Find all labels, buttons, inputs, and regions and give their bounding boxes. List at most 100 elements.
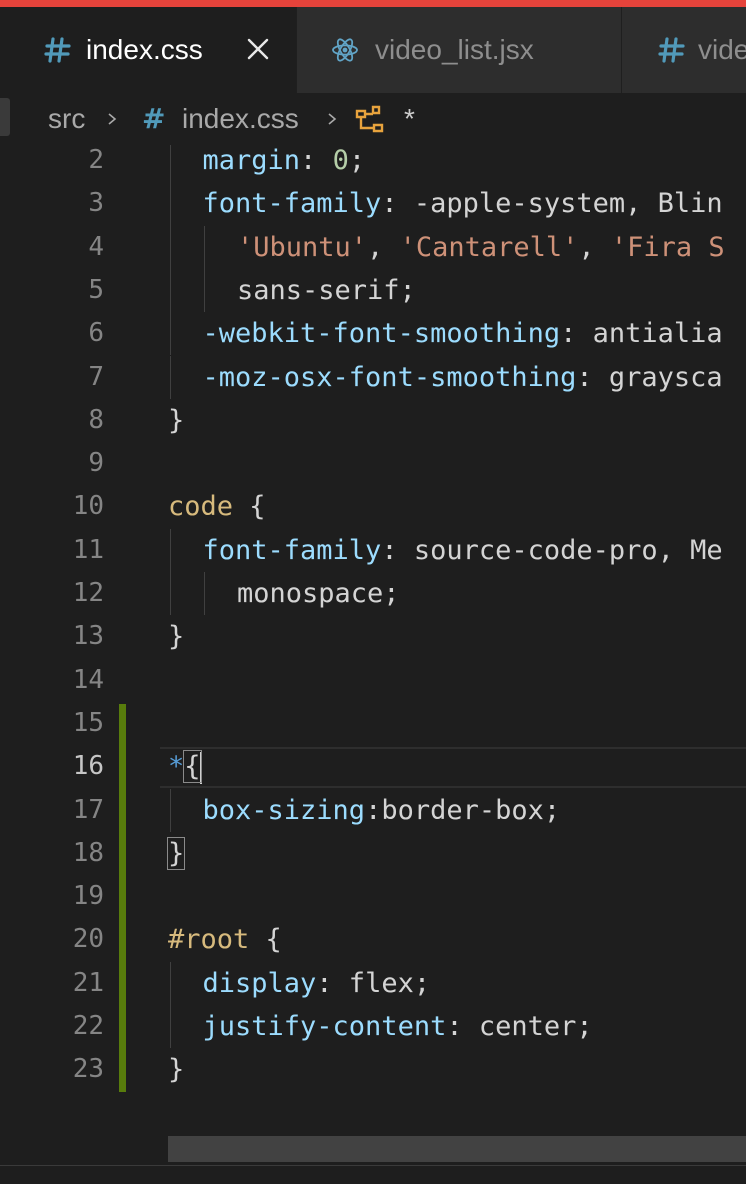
close-icon[interactable]: [246, 37, 270, 61]
react-icon: [332, 38, 358, 62]
line-number: 18: [72, 837, 104, 868]
line-number: 6: [88, 318, 104, 349]
code-line[interactable]: 18}: [0, 832, 746, 875]
horizontal-scrollbar[interactable]: [168, 1136, 746, 1162]
code-token: font-family: [202, 534, 382, 566]
code-token: *: [168, 751, 185, 783]
code-token: justify-content: [202, 1011, 447, 1042]
css-hash-icon: #: [142, 102, 166, 135]
code-line[interactable]: 13}: [0, 615, 746, 658]
code-line[interactable]: 2 margin: 0;: [0, 145, 746, 183]
code-token: }: [166, 836, 186, 870]
code-line[interactable]: 17 box-sizing:border-box;: [0, 788, 746, 832]
line-number: 22: [72, 1011, 104, 1041]
code-token: 'Cantarell': [399, 231, 579, 263]
line-number: 20: [72, 924, 104, 955]
code-line[interactable]: 9: [0, 442, 746, 485]
line-number: 9: [88, 448, 104, 479]
code-text: #root {: [168, 918, 282, 961]
indent-guide: [170, 788, 171, 832]
panel-divider: [0, 1165, 746, 1166]
code-text: }: [166, 832, 186, 875]
line-number: 16: [72, 751, 104, 782]
code-text: font-family: source-code-pro, Me: [203, 529, 723, 572]
code-line[interactable]: 20 #root {: [0, 918, 746, 961]
breadcrumb-symbol[interactable]: *: [404, 101, 415, 137]
code-line[interactable]: 22 justify-content: center;: [0, 1005, 746, 1049]
chevron-right-icon: [328, 113, 337, 125]
code-line[interactable]: 6 -webkit-font-smoothing: antialia: [0, 312, 746, 356]
scroll-indicator: [0, 98, 10, 136]
code-text: sans-serif;: [237, 269, 416, 312]
code-text: box-sizing:border-box;: [203, 789, 561, 832]
code-token: -webkit-font-smoothing: [202, 318, 561, 350]
line-number: 7: [88, 361, 104, 392]
code-line[interactable]: 11 font-family: source-code-pro, Me: [0, 528, 746, 572]
indent-guide: [170, 355, 171, 399]
tab-video-css[interactable]: vide: [622, 7, 746, 93]
line-number: 11: [72, 534, 104, 565]
code-token: font-family: [202, 188, 382, 220]
code-token: 0: [332, 145, 349, 176]
tab-index-css[interactable]: index.css: [0, 7, 297, 93]
code-line[interactable]: 21 display: flex;: [0, 961, 746, 1005]
code-token: :: [300, 145, 333, 176]
code-line[interactable]: 19: [0, 875, 746, 918]
code-token: code: [168, 491, 234, 523]
indent-guide: [204, 572, 205, 616]
code-token: sans-serif;: [237, 274, 416, 306]
code-token: display: [202, 967, 317, 999]
code-line[interactable]: 4 'Ubuntu', 'Cantarell', 'Fira S: [0, 225, 746, 269]
code-token: ;: [348, 145, 366, 176]
git-modified-gutter[interactable]: [119, 703, 126, 1092]
code-text: }: [168, 399, 184, 442]
line-number: 10: [72, 491, 104, 522]
code-line[interactable]: 14: [0, 659, 746, 702]
code-text: }: [168, 615, 184, 658]
code-line[interactable]: 3 font-family: -apple-system, Blin: [0, 182, 746, 226]
breadcrumb-folder[interactable]: src: [48, 101, 85, 137]
line-number: 12: [72, 578, 104, 608]
code-token: : center;: [446, 1011, 593, 1042]
indent-guide: [170, 572, 171, 616]
line-number: 21: [72, 967, 104, 998]
code-token: 'Ubuntu': [237, 231, 368, 263]
code-token: : flex;: [316, 967, 431, 999]
code-line[interactable]: 23}: [0, 1048, 746, 1091]
code-text: -moz-osx-font-smoothing: graysca: [203, 356, 723, 399]
indent-guide: [170, 528, 171, 572]
code-line[interactable]: 12 monospace;: [0, 572, 746, 616]
code-token: : source-code-pro, Me: [381, 534, 723, 566]
line-number: 15: [72, 707, 104, 738]
breadcrumb-file[interactable]: index.css: [182, 101, 299, 137]
code-line[interactable]: 5 sans-serif;: [0, 268, 746, 313]
code-text: margin: 0;: [203, 145, 366, 182]
code-text: code {: [168, 485, 266, 528]
current-line-highlight: [160, 747, 746, 789]
code-line[interactable]: 10 code {: [0, 485, 746, 528]
line-number: 8: [88, 404, 104, 435]
code-token: : -apple-system, Blin: [381, 188, 723, 220]
indent-guide: [170, 182, 171, 226]
tab-video-list-jsx[interactable]: video_list.jsx: [297, 7, 622, 93]
code-text: justify-content: center;: [203, 1005, 593, 1048]
code-token: monospace;: [237, 578, 400, 609]
indent-guide: [204, 225, 205, 269]
css-hash-icon: [658, 37, 685, 63]
breadcrumb: src # index.css *: [0, 93, 746, 145]
indent-guide: [170, 1005, 171, 1049]
code-editor[interactable]: 2 margin: 0; 3 font-family: -apple-system, …: [0, 145, 746, 1165]
tab-bar: index.css video_list.jsx vide: [0, 7, 746, 93]
code-token: #root: [168, 924, 250, 956]
code-line[interactable]: 16 *{: [0, 745, 746, 789]
code-text: -webkit-font-smoothing: antialia: [203, 312, 723, 355]
code-text: monospace;: [237, 572, 400, 615]
code-text: }: [168, 1048, 184, 1091]
line-number: 23: [72, 1054, 104, 1085]
code-line[interactable]: 8}: [0, 399, 746, 442]
indent-guide: [204, 268, 205, 313]
code-text: 'Ubuntu', 'Cantarell', 'Fira S: [237, 226, 725, 269]
code-line[interactable]: 15: [0, 702, 746, 745]
code-line[interactable]: 7 -moz-osx-font-smoothing: graysca: [0, 355, 746, 399]
chevron-right-icon: [108, 113, 117, 125]
